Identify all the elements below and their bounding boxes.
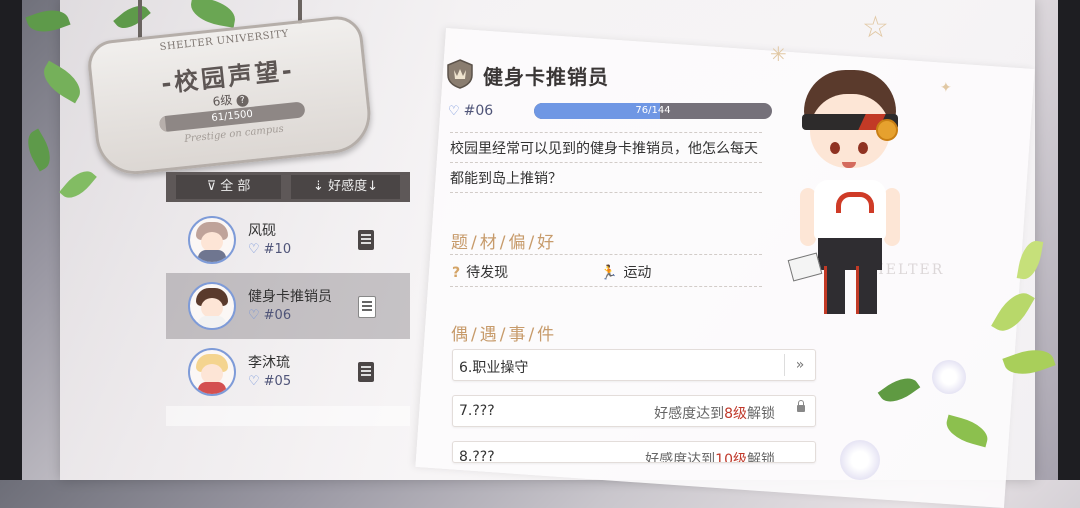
event-name: 8.???: [459, 449, 495, 463]
condition-text: 解锁: [747, 452, 775, 463]
affinity-progress-bar: 76/144: [534, 103, 772, 119]
flower-decoration: [840, 440, 880, 480]
avatar: [188, 282, 236, 330]
character-title: 健身卡推销员: [483, 65, 609, 89]
character-portrait: [787, 70, 910, 320]
event-item-locked[interactable]: 8.??? 好感度达到10级解锁: [452, 441, 816, 463]
filter-all-button[interactable]: ⊽ 全 部: [176, 175, 281, 199]
portrait-eye: [858, 142, 868, 154]
rank-badge-icon: [447, 59, 473, 89]
unknown-icon: ?: [452, 265, 461, 281]
heart-icon: ♡: [248, 308, 260, 323]
avatar-face: [201, 298, 223, 318]
leaf-decoration: [20, 128, 58, 172]
number-text: #05: [263, 374, 292, 389]
notebook-icon[interactable]: [358, 296, 376, 318]
portrait-shirt: [814, 180, 886, 240]
coin-emblem: [876, 119, 898, 141]
condition-text: 解锁: [747, 406, 775, 422]
heart-icon: ♡: [248, 242, 260, 257]
divider: [450, 286, 762, 287]
topic-item: ? 待发现: [452, 262, 508, 282]
character-name: 风砚: [248, 223, 276, 239]
event-item-locked[interactable]: 7.??? 好感度达到8级解锁: [452, 395, 816, 427]
unlock-condition: 好感度达到8级解锁: [654, 403, 775, 423]
avatar-face: [201, 364, 223, 384]
number-text: #06: [263, 308, 292, 323]
divider: [450, 192, 762, 193]
character-number: ♡ #05: [248, 374, 291, 389]
heart-icon: ♡: [448, 104, 460, 119]
lock-icon: [797, 400, 805, 412]
right-frame: [1058, 0, 1080, 480]
event-name: 6.职业操守: [459, 360, 529, 376]
divider: [450, 132, 762, 133]
left-frame: [0, 0, 22, 480]
running-icon: 🏃: [600, 265, 618, 281]
list-item-partial[interactable]: [166, 406, 410, 426]
sort-label: 好感度↓: [328, 179, 378, 194]
go-arrow-icon[interactable]: »: [784, 354, 815, 376]
condition-level: 8级: [724, 406, 747, 422]
condition-text: 好感度达到: [645, 452, 716, 463]
filter-all-label: 全 部: [220, 179, 251, 194]
character-description: 校园里经常可以见到的健身卡推销员，他怎么每天都能到岛上推销？: [450, 141, 758, 187]
sort-icon: ⇣: [313, 179, 329, 194]
character-name: 李沐琉: [248, 355, 290, 371]
topic-label: 待发现: [466, 265, 509, 281]
event-item[interactable]: 6.职业操守 »: [452, 349, 816, 381]
avatar-body: [198, 316, 226, 328]
avatar-body: [198, 382, 226, 394]
character-name: 健身卡推销员: [248, 289, 332, 305]
help-icon[interactable]: ?: [235, 94, 249, 108]
notebook-icon[interactable]: [358, 230, 374, 250]
character-number: ♡ #06: [248, 308, 291, 323]
topic-label: 运动: [623, 265, 652, 281]
filter-icon: ⊽: [206, 179, 221, 194]
avatar: [188, 348, 236, 396]
character-number: ♡ #10: [248, 242, 291, 257]
affinity-progress-text: 76/144: [635, 105, 671, 116]
topics-heading: 题/材/偏/好: [451, 233, 558, 253]
portrait-eye: [830, 142, 840, 154]
level-text: 6级: [211, 92, 233, 109]
portrait-leg: [856, 266, 877, 314]
avatar-body: [198, 250, 226, 262]
number-text: #06: [463, 103, 494, 119]
sparkle-icon: ✳: [770, 42, 787, 66]
prestige-sign[interactable]: SHELTER UNIVERSITY -校园声望- 6级? 61/1500 Pr…: [85, 13, 375, 179]
condition-text: 好感度达到: [654, 406, 725, 422]
portrait-arm: [884, 188, 900, 246]
star-icon: ☆: [862, 10, 889, 45]
sort-affinity-button[interactable]: ⇣ 好感度↓: [291, 175, 400, 199]
unlock-condition: 好感度达到10级解锁: [645, 449, 775, 463]
flyer-card: [787, 252, 823, 282]
flower-decoration: [932, 360, 966, 394]
list-item[interactable]: 李沐琉 ♡ #05: [166, 339, 410, 405]
notebook-icon[interactable]: [358, 362, 374, 382]
avatar: [188, 216, 236, 264]
portrait-leg: [824, 266, 845, 314]
events-heading: 偶/遇/事/件: [451, 325, 558, 345]
heart-icon: ♡: [248, 374, 260, 389]
divider: [450, 162, 762, 163]
filter-bar: ⊽ 全 部 ⇣ 好感度↓: [166, 172, 410, 202]
topic-item: 🏃 运动: [600, 262, 651, 282]
avatar-face: [201, 232, 223, 252]
event-name: 7.???: [459, 403, 495, 419]
character-number: ♡ #06: [448, 103, 493, 119]
condition-level: 10级: [715, 452, 747, 463]
list-item[interactable]: 风砚 ♡ #10: [166, 207, 410, 273]
list-item-selected[interactable]: 健身卡推销员 ♡ #06: [166, 273, 410, 339]
divider: [450, 254, 762, 255]
sparkle-icon: ✦: [940, 80, 952, 96]
number-text: #10: [263, 242, 292, 257]
